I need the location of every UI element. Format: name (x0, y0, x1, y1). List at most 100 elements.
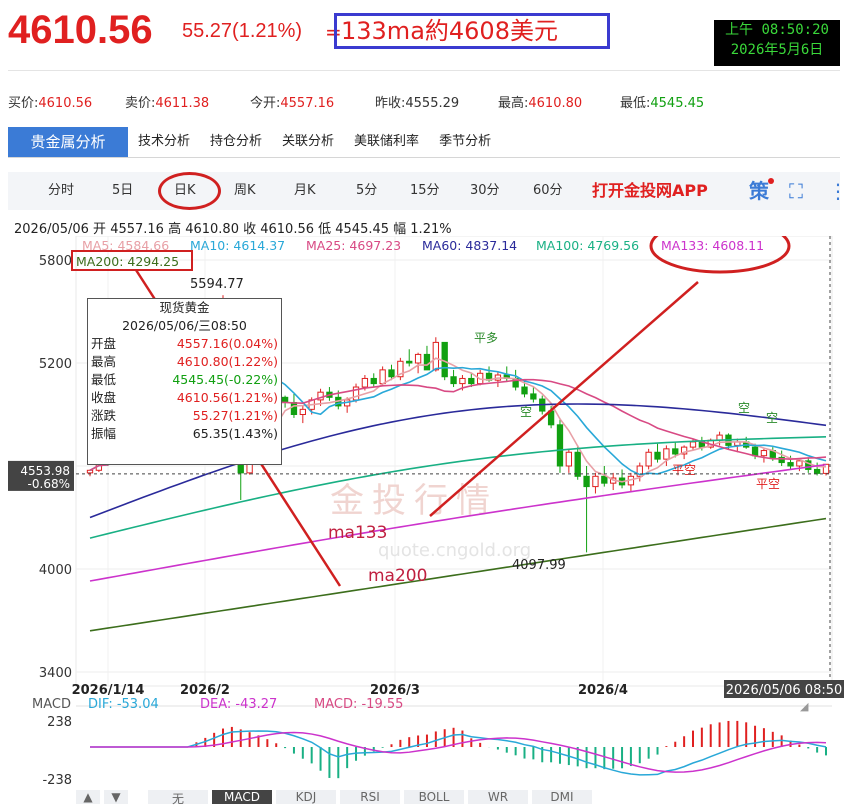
candle-body (654, 451, 661, 460)
tooltip-row: 开盘 4557.16(0.04%) (88, 335, 281, 353)
tab-4[interactable]: 美联储利率 (344, 127, 429, 157)
y-tick-label: 5800 (39, 254, 72, 269)
candle (423, 345, 431, 371)
candle (414, 352, 422, 374)
cursor-date: 2026/05/06 08:50 (726, 683, 843, 698)
quote-value: 4610.80 (528, 96, 583, 111)
candle-body (787, 462, 794, 467)
quote-3: 昨收:4555.29 (375, 92, 459, 111)
quote-value: 4557.16 (280, 96, 335, 111)
tooltip-label: 最低 (91, 372, 117, 387)
tooltip-row: 最高 4610.80(1.22%) (88, 353, 281, 371)
ma133-legend: MA133: 4608.11 (661, 238, 764, 253)
open-app-link[interactable]: 打开金投网APP (592, 172, 708, 210)
candle-body (592, 475, 599, 488)
macd-dif: DIF: -53.04 (88, 697, 159, 712)
candle-body (574, 451, 581, 477)
candle-tooltip: 现货黄金 2026/05/06/三08:50 开盘 4557.16(0.04%) 最… (87, 298, 282, 465)
quote-2: 今开:4557.16 (250, 92, 334, 111)
macd-y-tick: 238 (47, 715, 72, 730)
ce-button[interactable]: 策 (749, 172, 769, 210)
candle-body (530, 393, 537, 400)
candle-body (379, 369, 386, 385)
y-tick-label: 5200 (39, 357, 72, 372)
y-tick-label: 4000 (39, 563, 72, 578)
watermark-site: quote.cngold.org (378, 540, 531, 561)
candle-body (361, 377, 369, 388)
candle (592, 472, 599, 494)
tooltip-label: 涨跌 (91, 408, 117, 423)
tooltip-value: 4610.56(1.21%) (176, 390, 278, 405)
macd-expand-icon[interactable]: ◢ (800, 700, 809, 713)
tab-5[interactable]: 季节分析 (429, 127, 501, 157)
candle (450, 369, 457, 388)
period-5[interactable]: 5分 (356, 172, 377, 210)
candle-body (601, 475, 608, 484)
x-tick-label: 2026/1/14 (72, 683, 145, 698)
period-3[interactable]: 周K (234, 172, 256, 210)
macd-y-tick: -238 (42, 773, 72, 788)
candle (805, 457, 812, 473)
tab-3[interactable]: 关联分析 (272, 127, 344, 157)
clock-time: 上午 08:50:20 (725, 22, 829, 38)
tab-2[interactable]: 持仓分析 (200, 127, 272, 157)
ma100-legend: MA100: 4769.56 (536, 238, 639, 253)
candle-body (459, 377, 466, 385)
high-label: 5594.77 (190, 277, 244, 292)
quote-label: 昨收: (375, 96, 406, 111)
ma133-pointer-line (429, 281, 699, 517)
candle-body (388, 369, 395, 378)
candle-body (583, 475, 590, 488)
annotation-box: 133ma約4608美元 (334, 13, 610, 49)
signal-label: 平空 (756, 477, 780, 491)
signal-label: 平多 (474, 331, 498, 345)
macd-dea: DEA: -43.27 (200, 697, 277, 712)
period-1[interactable]: 5日 (112, 172, 133, 210)
cursor-price: 4553.98 (20, 464, 70, 478)
ma25-legend: MA25: 4697.23 (306, 238, 401, 253)
period-0[interactable]: 分时 (48, 172, 74, 210)
candle (583, 466, 590, 553)
candle (556, 417, 564, 473)
candle-body (556, 424, 564, 467)
period-bar: 分时 5日 日K 周K 月K 5分 15分 30分 60分 打开金投网APP 策 ⛶ ⋮ (8, 172, 848, 210)
candle-body (406, 360, 413, 364)
candle-body (689, 441, 697, 448)
period-6[interactable]: 15分 (410, 172, 440, 210)
quote-5: 最低:4545.45 (620, 92, 704, 111)
period-4[interactable]: 月K (294, 172, 316, 210)
tooltip-row: 收盘 4610.56(1.21%) (88, 389, 281, 407)
candle-body (813, 468, 821, 474)
candle (299, 405, 306, 424)
candle (370, 373, 377, 388)
candle-body (672, 448, 679, 455)
quote-value: 4611.38 (155, 96, 210, 111)
tooltip-value: 4557.16(0.04%) (176, 336, 278, 351)
more-icon[interactable]: ⋮ (828, 172, 848, 210)
candle-body (450, 376, 457, 385)
candle-body (414, 353, 422, 364)
tab-0[interactable]: 贵金属分析 (8, 127, 128, 157)
quote-label: 最高: (498, 96, 529, 111)
tooltip-date: 2026/05/06/三08:50 (122, 318, 247, 333)
candle-body (86, 469, 94, 474)
ma200-tag: ma200 (368, 566, 427, 586)
macd-title: MACD (32, 697, 71, 712)
candle (530, 387, 537, 403)
period-highlight-ring (158, 172, 221, 210)
candle-body (663, 448, 670, 460)
candle (397, 357, 404, 381)
candle-body (432, 341, 439, 371)
quote-value: 4545.45 (650, 96, 705, 111)
quote-0: 买价:4610.56 (8, 92, 92, 111)
period-7[interactable]: 30分 (470, 172, 500, 210)
fullscreen-icon[interactable]: ⛶ (789, 172, 803, 210)
dea-line (90, 731, 827, 773)
candle (654, 443, 661, 463)
tooltip-label: 振幅 (91, 426, 117, 441)
x-tick-label: 2026/3 (370, 683, 420, 698)
tooltip-value: 55.27(1.21%) (192, 408, 278, 423)
period-8[interactable]: 60分 (533, 172, 563, 210)
candle-body (468, 377, 475, 385)
tab-1[interactable]: 技术分析 (128, 127, 200, 157)
